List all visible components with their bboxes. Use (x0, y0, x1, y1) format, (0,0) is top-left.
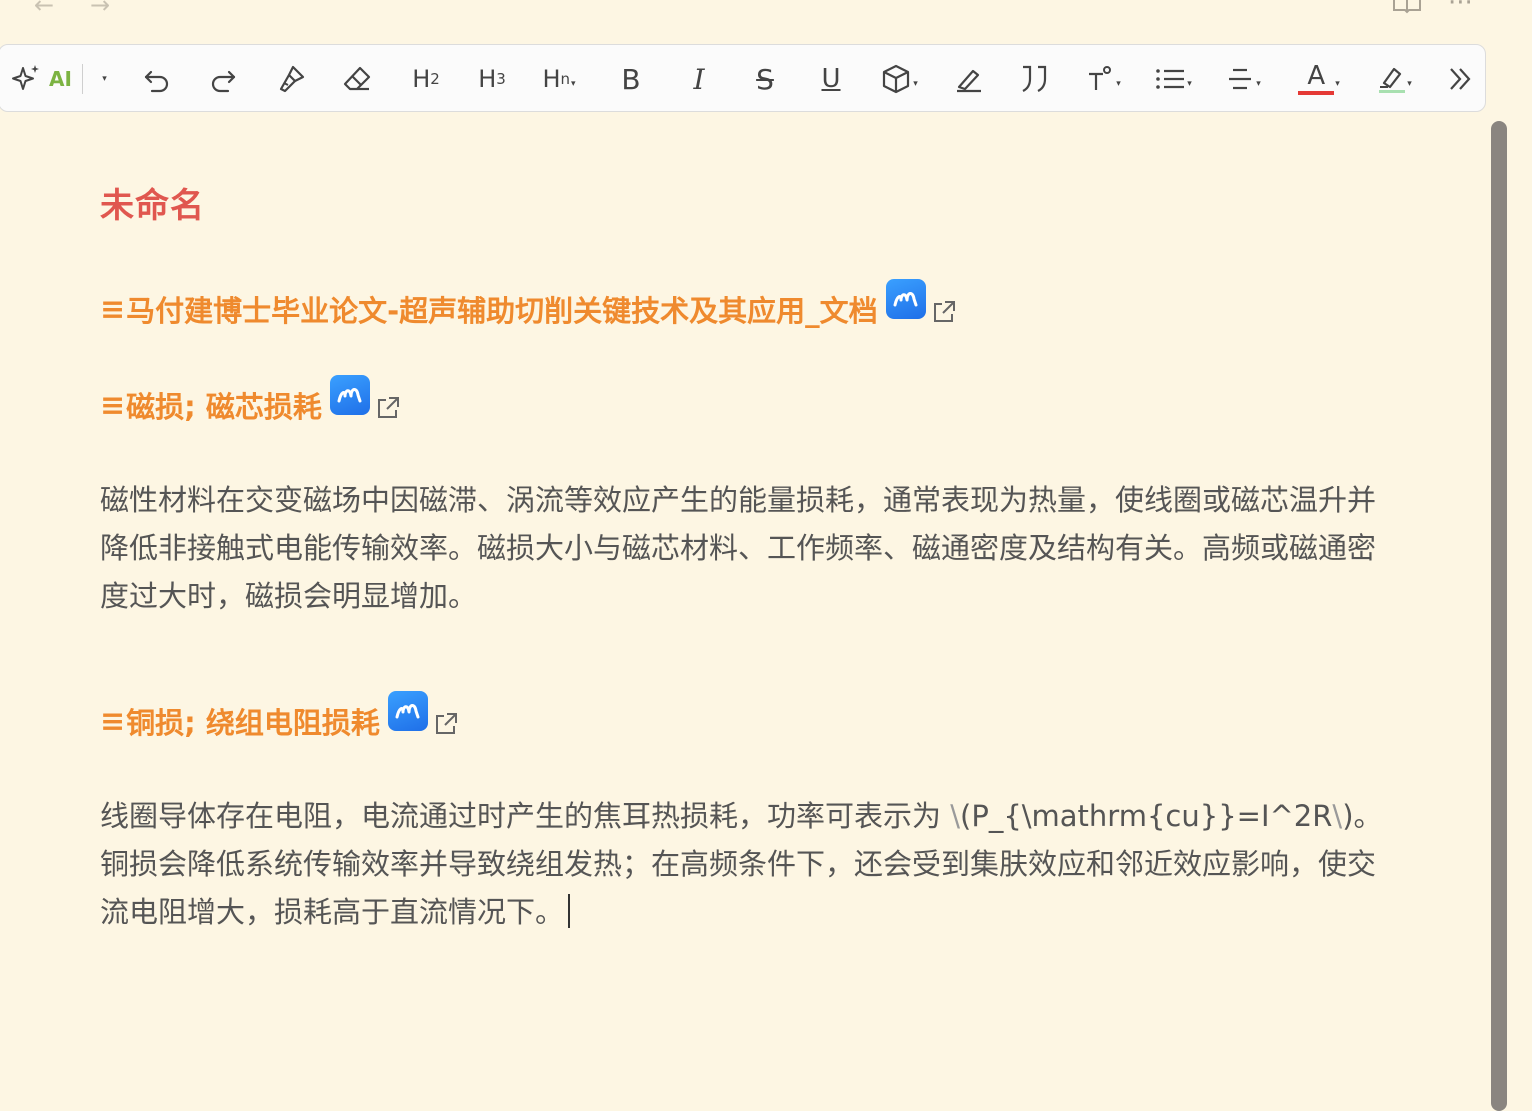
undo-icon (142, 64, 172, 94)
copper-text-a: 线圈导体存在电阻，电流通过时产生的焦耳热损耗，功率可表示为 (100, 799, 951, 833)
copper-formula: (P_{\mathrm{cu}}=I^2R (960, 799, 1333, 833)
insert-block-button[interactable]: ▾ (873, 57, 925, 101)
highlight-button[interactable]: ▾ (1371, 57, 1419, 101)
eraser-icon (341, 63, 373, 95)
heading3-sub: 3 (496, 70, 506, 88)
chevron-down-icon: ▾ (1407, 79, 1412, 89)
redo-button[interactable] (203, 57, 243, 101)
align-icon (1225, 64, 1255, 94)
link-prefix: ≡ (100, 703, 126, 739)
undo-button[interactable] (137, 57, 177, 101)
text-cursor (568, 894, 571, 928)
doc-link-text: 磁损; 磁芯损耗 (126, 390, 322, 424)
font-color-icon: A (1298, 61, 1335, 95)
highlight-swatch (1379, 90, 1406, 93)
ai-button[interactable]: AI (9, 57, 89, 101)
link-prefix: ≡ (100, 291, 126, 327)
font-color-button[interactable]: A ▾ (1289, 57, 1349, 101)
doc-link-magnetic-loss[interactable]: ≡ 磁损; 磁芯损耗 (100, 375, 402, 429)
heading2-sub: 2 (430, 70, 440, 88)
sparkle-icon (9, 62, 43, 96)
divider (81, 64, 83, 94)
text-size-icon (1085, 64, 1115, 94)
ai-label: AI (49, 67, 72, 91)
paragraph-copper-loss[interactable]: 线圈导体存在电阻，电流通过时产生的焦耳热损耗，功率可表示为 \(P_{\math… (100, 792, 1390, 936)
top-nav: ← → ··· (0, 0, 1532, 22)
book-icon[interactable] (1392, 0, 1422, 18)
heading3-button[interactable]: H3 (469, 57, 515, 101)
app-badge-icon (885, 279, 926, 319)
chevron-down-icon: ▾ (1256, 79, 1261, 89)
link-prefix: ≡ (100, 387, 126, 423)
draw-button[interactable] (949, 57, 989, 101)
external-link-icon[interactable] (374, 394, 402, 429)
list-icon (1154, 64, 1186, 94)
pen-icon (953, 63, 985, 95)
redo-icon (208, 64, 238, 94)
highlighter-icon (1378, 65, 1406, 93)
ai-dropdown[interactable]: ▾ (97, 57, 111, 101)
chevron-down-icon: ▾ (913, 79, 918, 89)
underline-button[interactable]: U (813, 57, 849, 101)
doc-link-text: 铜损; 绕组电阻损耗 (126, 706, 380, 740)
strike-label: S (756, 62, 774, 96)
document-title[interactable]: 未命名 (100, 178, 205, 227)
chevron-down-icon: ▾ (102, 74, 107, 84)
bold-label: B (621, 62, 641, 96)
font-color-label: A (1307, 61, 1326, 91)
scrollbar-thumb[interactable] (1491, 121, 1507, 1111)
chevron-down-icon: ▾ (1187, 79, 1192, 89)
strikethrough-button[interactable]: S (747, 57, 783, 101)
heading2-button[interactable]: H2 (403, 57, 449, 101)
app-badge-icon (329, 375, 370, 415)
formatting-toolbar: AI ▾ H2 H3 Hn ▾ B I S U ▾ ▾ ▾ ▾ A ▾ ▾ (0, 44, 1486, 112)
quote-button[interactable] (1015, 57, 1055, 101)
text-size-button[interactable]: ▾ (1077, 57, 1129, 101)
font-color-swatch (1298, 91, 1335, 95)
latex-delim-open: \ (950, 799, 961, 833)
toolbar-more-button[interactable] (1443, 57, 1477, 101)
doc-link-text: 马付建博士毕业论文-超声辅助切削关键技术及其应用_文档 (126, 294, 878, 328)
heading3-label: H (478, 65, 497, 93)
more-dots-icon[interactable]: ··· (1448, 0, 1473, 18)
bold-button[interactable]: B (613, 57, 649, 101)
chevron-down-icon: ▾ (1335, 79, 1340, 89)
doc-link-thesis[interactable]: ≡ 马付建博士毕业论文-超声辅助切削关键技术及其应用_文档 (100, 279, 958, 333)
cube-icon (880, 63, 912, 95)
app-badge-icon (387, 691, 428, 731)
chevron-down-icon: ▾ (571, 79, 576, 89)
align-button[interactable]: ▾ (1217, 57, 1269, 101)
chevron-down-icon: ▾ (1116, 79, 1121, 89)
paragraph-magnetic-loss[interactable]: 磁性材料在交变磁场中因磁滞、涡流等效应产生的能量损耗，通常表现为热量，使线圈或磁… (100, 476, 1390, 620)
underline-label: U (821, 64, 841, 94)
italic-label: I (693, 62, 705, 96)
latex-delim-close: \ (1332, 799, 1343, 833)
list-button[interactable]: ▾ (1147, 57, 1199, 101)
forward-arrow-icon[interactable]: → (90, 0, 110, 17)
italic-button[interactable]: I (681, 57, 717, 101)
external-link-icon[interactable] (930, 298, 958, 333)
external-link-icon[interactable] (432, 710, 460, 745)
back-arrow-icon[interactable]: ← (34, 0, 54, 17)
format-painter-button[interactable] (271, 57, 311, 101)
eraser-button[interactable] (337, 57, 377, 101)
heading-n-label: H (542, 65, 561, 93)
doc-link-copper-loss[interactable]: ≡ 铜损; 绕组电阻损耗 (100, 691, 460, 745)
format-painter-icon (275, 63, 307, 95)
heading-n-sub: n (560, 70, 571, 88)
more-icon (1445, 64, 1475, 94)
quote-icon (1018, 63, 1052, 95)
heading2-label: H (412, 65, 431, 93)
heading-more-button[interactable]: Hn ▾ (533, 57, 585, 101)
